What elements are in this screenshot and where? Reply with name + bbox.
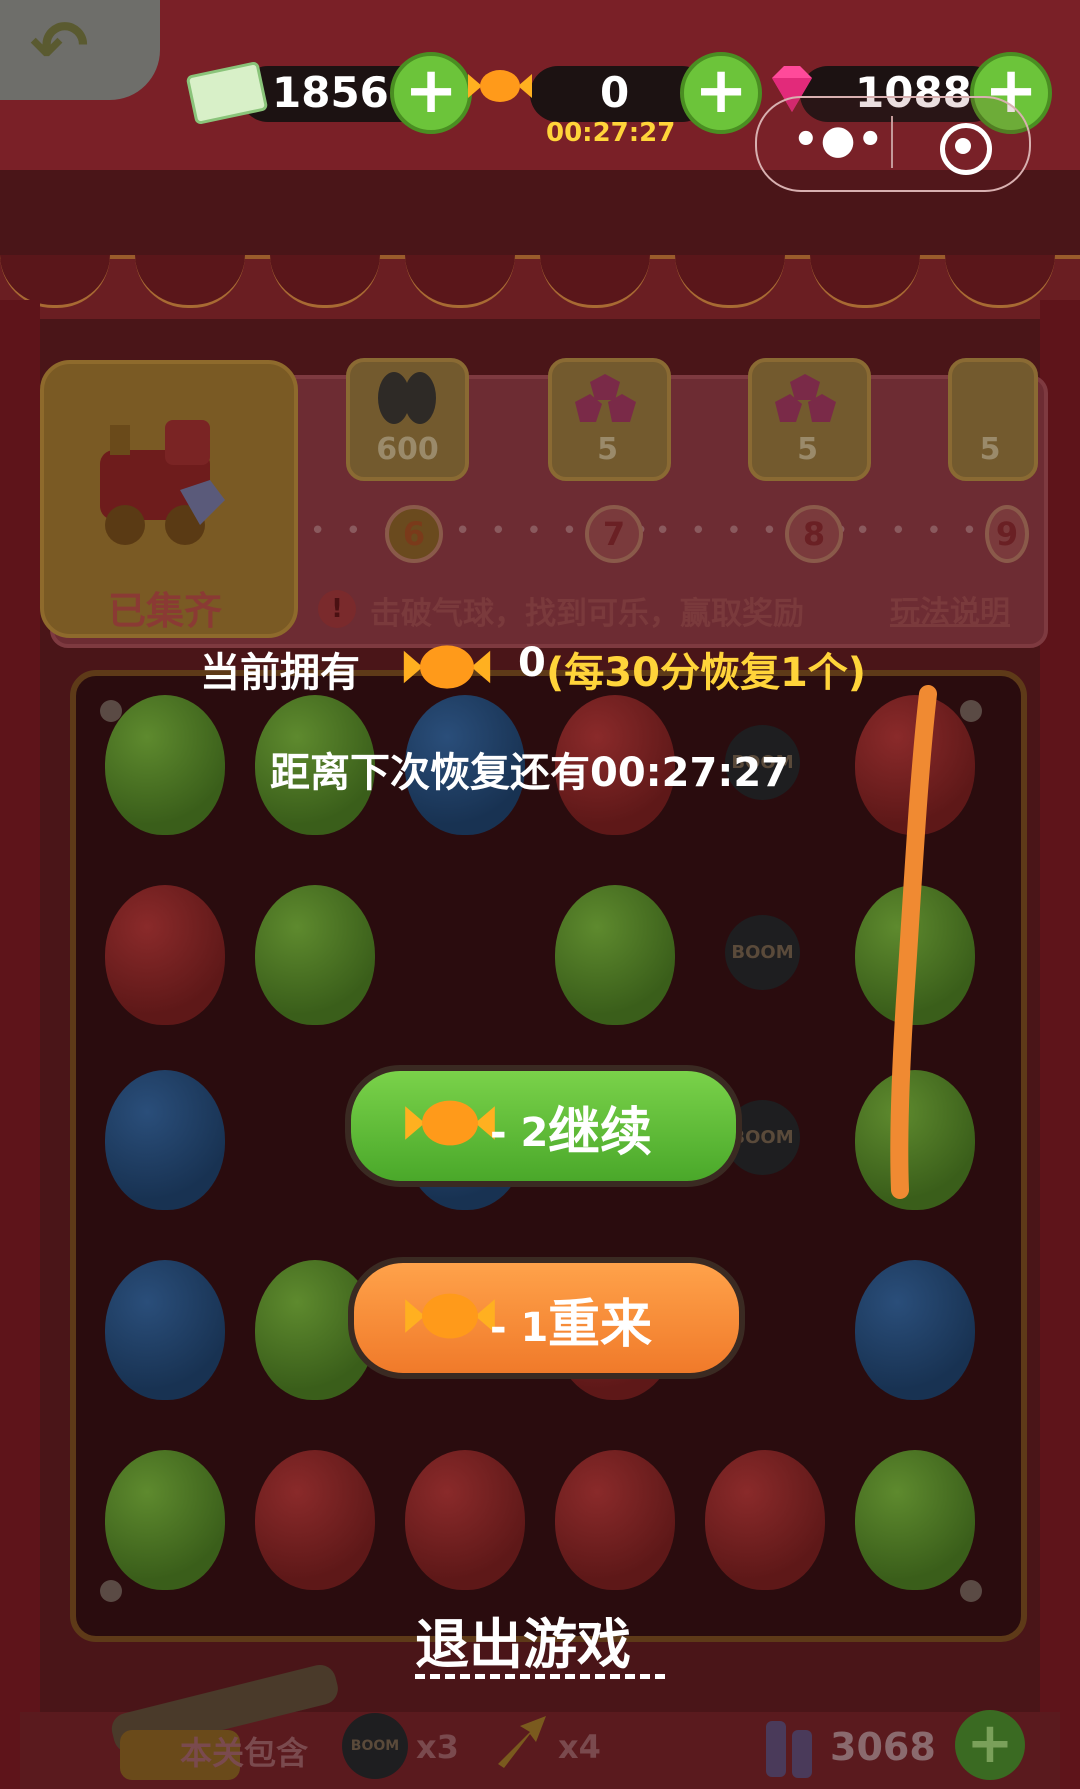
candy-icon bbox=[403, 645, 491, 689]
add-candies-button[interactable]: + bbox=[680, 52, 762, 134]
recover-rate: (每30分恢复1个) bbox=[546, 650, 867, 696]
target-dot bbox=[955, 138, 971, 154]
red-balloon bbox=[105, 885, 225, 1025]
green-balloon bbox=[855, 1450, 975, 1590]
more-dots-icon[interactable]: •●• bbox=[793, 117, 885, 163]
seed-icon bbox=[378, 372, 436, 424]
restart-cost: - 1 bbox=[490, 1305, 549, 1351]
add-ammo-button[interactable]: + bbox=[955, 1710, 1025, 1780]
gem-cluster-icon bbox=[575, 374, 636, 422]
continue-cost: - 2 bbox=[490, 1110, 549, 1156]
board-screw bbox=[100, 1580, 122, 1602]
candy-icon bbox=[405, 1293, 495, 1339]
ammo-count: 3068 bbox=[830, 1725, 936, 1769]
ammo-icon bbox=[766, 1721, 812, 1778]
bomb-icon: BOOM bbox=[725, 915, 800, 990]
green-balloon bbox=[105, 695, 225, 835]
reward-count: 600 bbox=[376, 432, 439, 467]
arrow-icon bbox=[498, 1716, 546, 1768]
exit-game-link[interactable]: 退出游戏 bbox=[415, 1600, 631, 1679]
bomb-icon: BOOM bbox=[342, 1713, 408, 1779]
candy-count: 0 bbox=[600, 68, 630, 117]
green-balloon bbox=[555, 885, 675, 1025]
blue-balloon bbox=[855, 1260, 975, 1400]
arrow-count: x4 bbox=[558, 1728, 601, 1766]
blue-balloon bbox=[105, 1070, 225, 1210]
info-icon: ! bbox=[318, 590, 356, 628]
board-screw bbox=[960, 700, 982, 722]
exit-underline bbox=[415, 1674, 665, 1679]
level-marker: 7 bbox=[585, 505, 643, 563]
stage-contents-label: 本关包含 bbox=[180, 1734, 309, 1772]
green-balloon bbox=[855, 1070, 975, 1210]
add-tickets-button[interactable]: + bbox=[390, 52, 472, 134]
candy-icon bbox=[405, 1100, 495, 1146]
toy-train-icon bbox=[100, 420, 225, 545]
curtain-left bbox=[0, 300, 40, 1789]
red-balloon bbox=[555, 1450, 675, 1590]
candy-icon bbox=[468, 70, 532, 102]
red-balloon bbox=[405, 1450, 525, 1590]
level-marker: 8 bbox=[785, 505, 843, 563]
reward-count: 5 bbox=[979, 432, 1001, 467]
back-arrow-icon: ↶ bbox=[30, 5, 89, 87]
reward-count: 5 bbox=[797, 432, 818, 467]
continue-label: 继续 bbox=[548, 1103, 653, 1163]
blue-balloon bbox=[105, 1260, 225, 1400]
ticket-count: 1856 bbox=[272, 68, 389, 117]
own-label: 当前拥有 bbox=[200, 650, 360, 696]
green-balloon bbox=[105, 1450, 225, 1590]
red-balloon bbox=[255, 1450, 375, 1590]
collected-label: 已集齐 bbox=[107, 589, 222, 633]
green-balloon bbox=[255, 885, 375, 1025]
level-marker: 9 bbox=[985, 505, 1029, 563]
candy-timer: 00:27:27 bbox=[546, 118, 676, 148]
red-balloon bbox=[705, 1450, 825, 1590]
own-count: 0 bbox=[518, 640, 546, 686]
restart-label: 重来 bbox=[548, 1295, 653, 1355]
capsule-divider bbox=[891, 116, 893, 168]
rules-link[interactable]: 玩法说明 bbox=[890, 587, 1010, 631]
board-screw bbox=[960, 1580, 982, 1602]
gem-cluster-icon bbox=[775, 374, 836, 422]
next-recover-timer: 距离下次恢复还有00:27:27 bbox=[270, 750, 789, 796]
red-balloon bbox=[855, 695, 975, 835]
level-marker: 6 bbox=[385, 505, 443, 563]
bomb-count: x3 bbox=[416, 1728, 459, 1766]
reward-count: 5 bbox=[597, 432, 618, 467]
green-balloon bbox=[855, 885, 975, 1025]
game-hint: 击破气球，找到可乐，赢取奖励 bbox=[370, 596, 804, 632]
